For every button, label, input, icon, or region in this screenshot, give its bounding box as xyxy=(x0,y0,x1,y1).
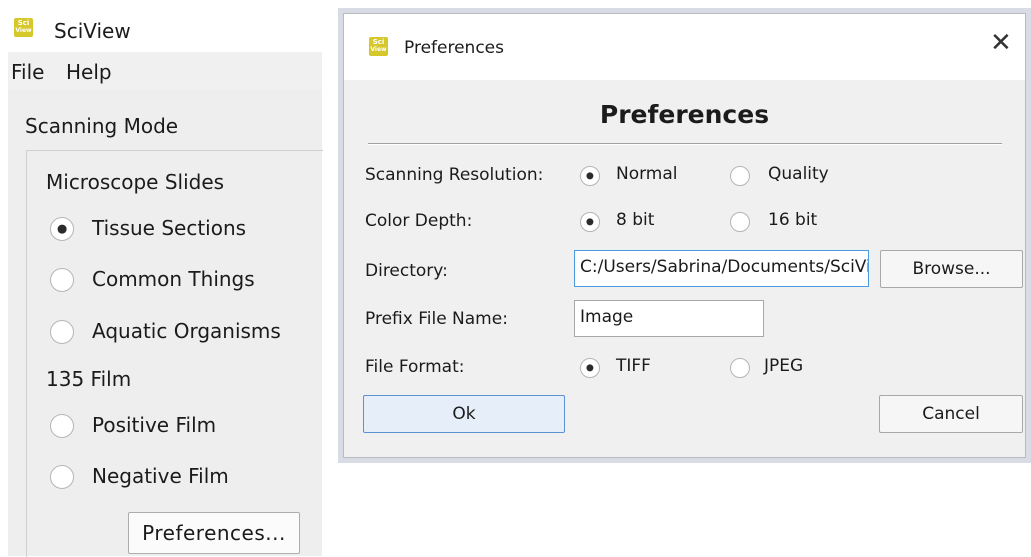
radio-button-icon[interactable] xyxy=(580,358,600,378)
scanning-mode-panel xyxy=(26,150,323,557)
color-depth-label: Color Depth: xyxy=(365,211,473,231)
radio-label: TIFF xyxy=(616,356,651,376)
radio-label: Normal xyxy=(616,164,678,184)
radio-label: JPEG xyxy=(764,356,804,376)
preferences-button[interactable]: Preferences... xyxy=(128,512,300,554)
radio-button-icon[interactable] xyxy=(50,268,74,292)
radio-button-icon[interactable] xyxy=(50,217,74,241)
dialog-title: Preferences xyxy=(404,38,504,58)
cancel-button[interactable]: Cancel xyxy=(879,395,1023,433)
radio-label: Aquatic Organisms xyxy=(92,319,281,343)
radio-button-icon[interactable] xyxy=(580,212,600,232)
dialog-logo-icon: Sci View xyxy=(369,37,388,56)
radio-button-icon[interactable] xyxy=(50,320,74,344)
menu-file[interactable]: File xyxy=(11,60,44,84)
logo-text-bottom: View xyxy=(15,27,32,34)
radio-label: 8 bit xyxy=(616,210,655,230)
radio-label: Common Things xyxy=(92,267,255,291)
radio-label: Positive Film xyxy=(92,413,217,437)
radio-button-icon[interactable] xyxy=(730,212,750,232)
app-logo-icon: Sci View xyxy=(14,18,33,37)
radio-button-icon[interactable] xyxy=(50,414,74,438)
radio-label: Tissue Sections xyxy=(92,216,247,240)
radio-button-icon[interactable] xyxy=(580,166,600,186)
sciview-main-window: Sci View SciView File Help Scanning Mode… xyxy=(0,0,323,557)
directory-field[interactable]: C:/Users/Sabrina/Documents/SciView xyxy=(574,250,869,287)
logo-text-top: Sci xyxy=(372,38,385,46)
logo-text-top: Sci xyxy=(17,19,30,27)
menu-help[interactable]: Help xyxy=(66,60,112,84)
logo-text-bottom: View xyxy=(370,46,387,53)
radio-button-icon[interactable] xyxy=(730,358,750,378)
close-icon[interactable]: ✕ xyxy=(990,30,1012,56)
radio-label: Negative Film xyxy=(92,464,229,488)
dialog-heading: Preferences xyxy=(599,100,770,129)
scanning-mode-title: Scanning Mode xyxy=(25,114,179,138)
menu-bar: File Help xyxy=(8,52,322,91)
radio-label: Quality xyxy=(768,164,829,184)
preferences-dialog: Sci View Preferences ✕ Preferences Scann… xyxy=(338,8,1031,463)
dialog-body: Sci View Preferences ✕ Preferences Scann… xyxy=(343,13,1026,458)
heading-separator xyxy=(368,143,1002,145)
dialog-titlebar: Sci View Preferences ✕ xyxy=(344,14,1025,80)
radio-button-icon[interactable] xyxy=(50,465,74,489)
radio-button-icon[interactable] xyxy=(730,166,750,186)
prefix-file-name-label: Prefix File Name: xyxy=(365,309,508,329)
135-film-label: 135 Film xyxy=(46,367,132,391)
prefix-file-name-field[interactable]: Image xyxy=(574,300,764,337)
scanning-resolution-label: Scanning Resolution: xyxy=(365,165,544,185)
browse-button[interactable]: Browse... xyxy=(880,250,1023,288)
ok-button[interactable]: Ok xyxy=(363,395,565,433)
microscope-slides-label: Microscope Slides xyxy=(46,170,225,194)
radio-label: 16 bit xyxy=(768,210,818,230)
window-title: SciView xyxy=(54,19,131,43)
directory-label: Directory: xyxy=(365,261,448,281)
file-format-label: File Format: xyxy=(365,357,465,377)
